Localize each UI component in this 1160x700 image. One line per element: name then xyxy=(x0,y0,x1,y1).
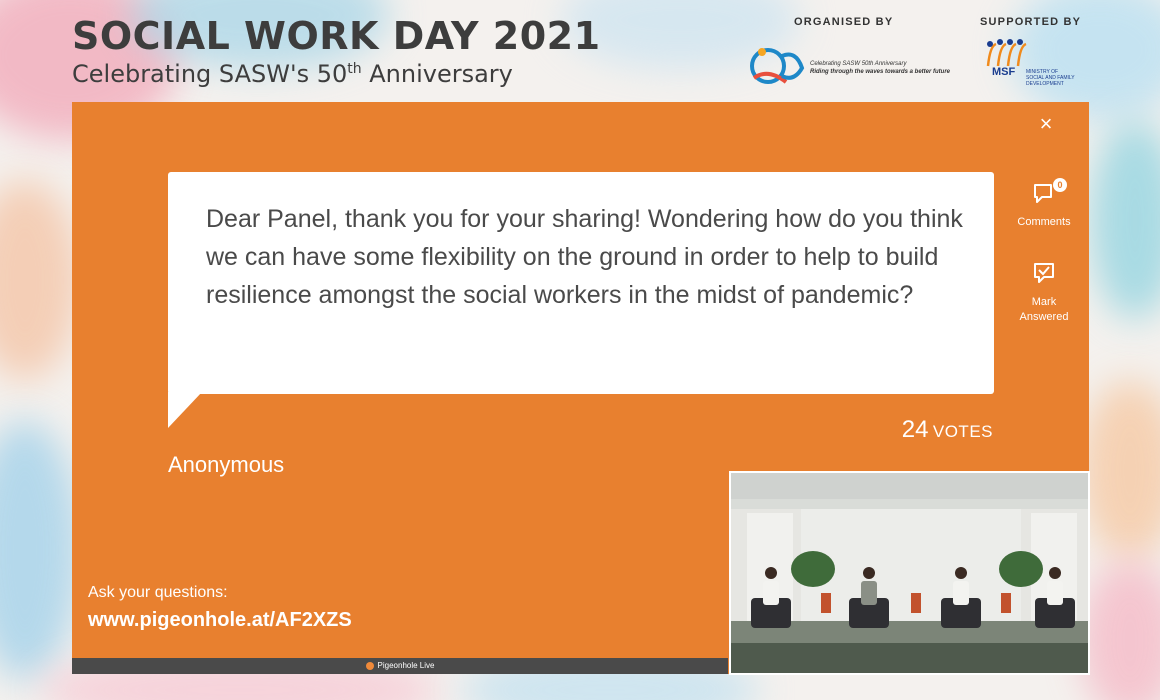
comments-count-badge: 0 xyxy=(1053,178,1067,192)
comments-button[interactable]: 0 Comments xyxy=(1007,178,1081,230)
sasw-50th-logo: Celebrating SASW 50th Anniversary Riding … xyxy=(746,38,956,92)
event-subtitle: Celebrating SASW's 50th Anniversary xyxy=(72,60,513,88)
pigeonhole-footer: Pigeonhole Live xyxy=(72,658,728,674)
pigeonhole-logo-icon xyxy=(365,661,374,670)
event-title: SOCIAL WORK DAY 2021 xyxy=(72,14,601,58)
msf-logo: MSF MINISTRY OF SOCIAL AND FAMILY DEVELOPM… xyxy=(980,36,1090,92)
comments-label: Comments xyxy=(1017,216,1071,228)
organised-by-label: ORGANISED BY xyxy=(794,16,894,28)
mark-answered-button[interactable]: Mark Answered xyxy=(1007,260,1081,325)
votes-count: 24 VOTES xyxy=(901,416,993,443)
supported-by-label: SUPPORTED BY xyxy=(980,16,1082,28)
pigeonhole-url-link[interactable]: www.pigeonhole.at/AF2XZS xyxy=(88,609,352,632)
mark-answered-label: Mark Answered xyxy=(1019,296,1069,323)
close-icon[interactable]: × xyxy=(1034,112,1058,136)
question-author: Anonymous xyxy=(168,452,285,477)
bubble-tail xyxy=(168,392,202,428)
mark-answered-icon xyxy=(1034,263,1054,283)
question-bubble: Dear Panel, thank you for your sharing! … xyxy=(168,172,994,394)
ask-questions-label: Ask your questions: xyxy=(88,584,228,601)
panel-video-feed xyxy=(729,471,1090,675)
question-text: Dear Panel, thank you for your sharing! … xyxy=(206,205,963,309)
